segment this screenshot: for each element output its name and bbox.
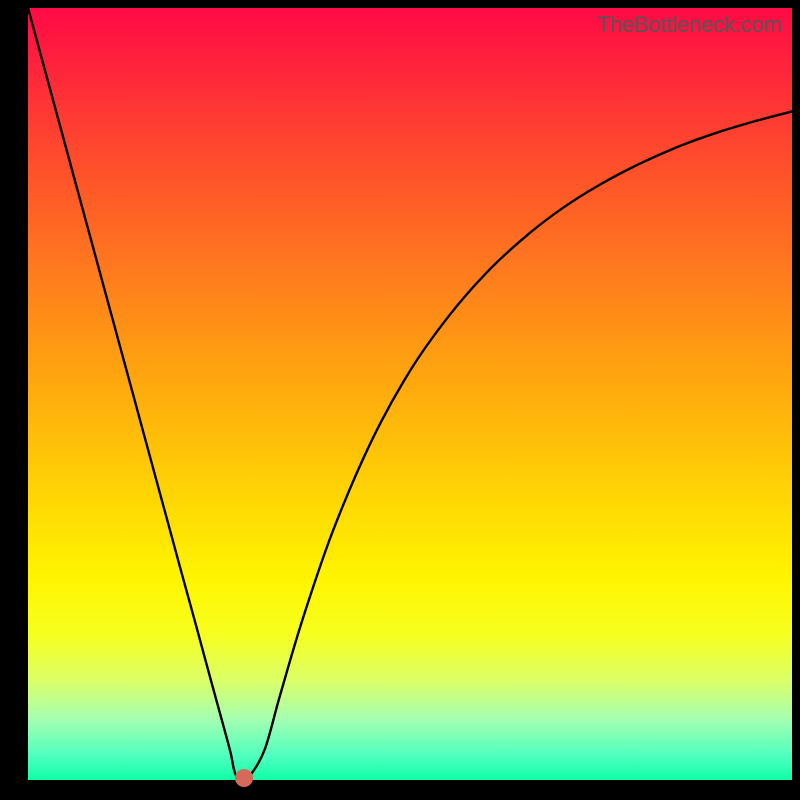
chart-frame: TheBottleneck.com <box>0 0 800 800</box>
plot-area: TheBottleneck.com <box>28 8 792 780</box>
optimum-marker <box>235 769 253 787</box>
bottleneck-curve <box>28 8 792 780</box>
